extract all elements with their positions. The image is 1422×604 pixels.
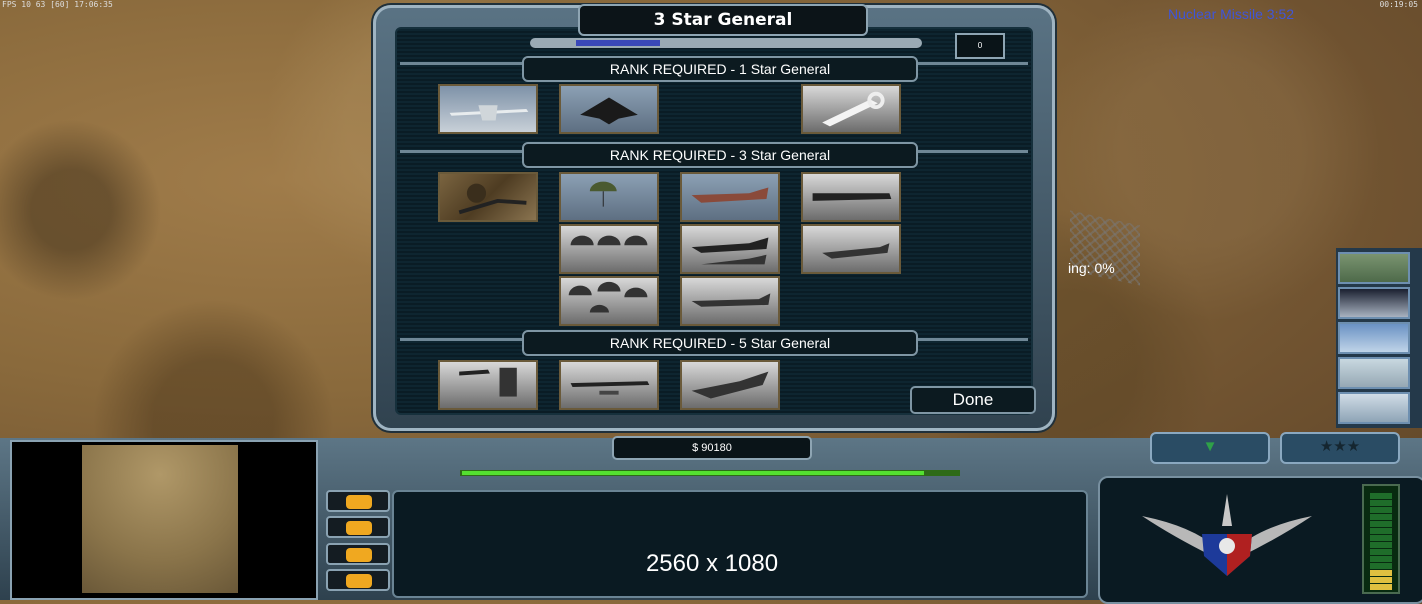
power-paradrop-3[interactable] xyxy=(559,276,659,326)
power-fuel-air-bomb-2[interactable] xyxy=(680,360,780,410)
usa-general-emblem-icon xyxy=(1142,494,1312,576)
power-stealth-fighter[interactable] xyxy=(559,84,659,134)
stealth-fighter-icon xyxy=(580,97,638,125)
power-pathfinder[interactable] xyxy=(438,172,538,222)
chevron-down-icon: ▼ xyxy=(1202,438,1218,455)
rank-header-3-star: RANK REQUIRED - 3 Star General xyxy=(522,142,918,168)
energy-segment xyxy=(1370,514,1392,520)
fps-counter: FPS 10 63 [60] 17:06:35 xyxy=(2,0,113,9)
selection-panel xyxy=(392,490,1088,598)
rank-header-5-star: RANK REQUIRED - 5 Star General xyxy=(522,330,918,356)
energy-segment xyxy=(1370,570,1392,576)
energy-segment xyxy=(1370,563,1392,569)
nuclear-missile-timer: Nuclear Missile 3:52 xyxy=(1168,6,1295,22)
game-clock: 00:19:05 xyxy=(1379,0,1418,9)
energy-segment xyxy=(1370,500,1392,506)
repair-button[interactable] xyxy=(326,516,390,538)
construction-progress: ing: 0% xyxy=(1068,260,1115,276)
drone-icon xyxy=(449,105,529,121)
power-paradrop-2[interactable] xyxy=(559,224,659,274)
energy-segment xyxy=(1370,521,1392,527)
rank-header-1-star: RANK REQUIRED - 1 Star General xyxy=(522,56,918,82)
b52-bomber-icon xyxy=(570,381,650,395)
energy-segment xyxy=(1370,542,1392,548)
supply-crate-icon xyxy=(459,367,517,397)
queue-spy-satellite-scan[interactable] xyxy=(1338,252,1410,284)
queue-paradrop[interactable] xyxy=(1338,357,1410,389)
parachute-icon xyxy=(568,281,648,313)
queue-a10-strike[interactable] xyxy=(1338,322,1410,354)
power-paradrop-1[interactable] xyxy=(559,172,659,222)
alert-button[interactable] xyxy=(326,543,390,565)
minimap[interactable] xyxy=(82,445,238,593)
star-rank-icon: ★★★ xyxy=(1319,438,1361,455)
bomber-icon xyxy=(822,243,890,259)
a10-jet-icon xyxy=(691,237,769,265)
power-a10-strike-3[interactable] xyxy=(680,276,780,326)
power-meter-fill xyxy=(462,471,924,475)
energy-segment xyxy=(1370,493,1392,499)
done-button[interactable]: Done xyxy=(910,386,1036,414)
parachute-icon xyxy=(570,235,648,246)
energy-segment xyxy=(1370,584,1392,590)
power-emergency-repair[interactable] xyxy=(801,84,901,134)
wrench-icon xyxy=(822,91,885,127)
points-available: 0 xyxy=(955,33,1005,59)
power-a10-strike-1[interactable] xyxy=(680,172,780,222)
energy-segment xyxy=(1370,528,1392,534)
chat-icon xyxy=(346,574,372,588)
sniper-icon xyxy=(458,183,527,215)
power-predator-drone[interactable] xyxy=(438,84,538,134)
a10-jet-icon xyxy=(691,187,769,203)
power-fuel-air-bomb[interactable] xyxy=(801,224,901,274)
power-a10-strike-2[interactable] xyxy=(680,224,780,274)
panel-title: 3 Star General xyxy=(578,4,868,36)
alert-icon xyxy=(346,548,372,562)
queue-spectre-gunship[interactable] xyxy=(1338,287,1410,319)
a10-jet-icon xyxy=(691,293,771,307)
collapse-tab-button[interactable]: ▼ xyxy=(1150,432,1270,464)
energy-segment xyxy=(1370,507,1392,513)
parachute-icon xyxy=(589,181,617,207)
power-supply-drop-zone[interactable] xyxy=(438,360,538,410)
gunship-icon xyxy=(812,193,892,201)
power-daisy-cutter[interactable] xyxy=(559,360,659,410)
power-spectre-gunship[interactable] xyxy=(801,172,901,222)
energy-segment xyxy=(1370,577,1392,583)
chat-button[interactable] xyxy=(326,569,390,591)
energy-segment xyxy=(1370,549,1392,555)
options-icon xyxy=(346,495,372,509)
energy-segment xyxy=(1370,535,1392,541)
options-button[interactable] xyxy=(326,490,390,512)
points-progress-fill xyxy=(576,40,660,46)
repair-icon xyxy=(346,521,372,535)
cash-display: $ 90180 xyxy=(612,436,812,460)
energy-meter xyxy=(1362,484,1400,594)
energy-segment xyxy=(1370,556,1392,562)
overlay-resolution-text: 2560 x 1080 xyxy=(645,550,779,577)
general-promotion-button[interactable]: ★★★ xyxy=(1280,432,1400,464)
fighter-jet-icon xyxy=(691,371,769,399)
